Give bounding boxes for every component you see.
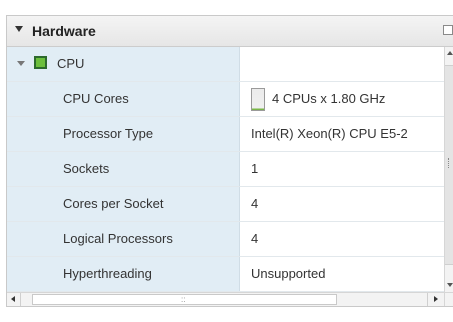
- cpu-group-label: CPU: [57, 56, 85, 71]
- table-row[interactable]: Logical Processors 4: [7, 222, 444, 257]
- usage-meter-icon: [251, 88, 265, 111]
- row-label: Cores per Socket: [63, 196, 164, 211]
- row-value: 4 CPUs x 1.80 GHz: [272, 91, 386, 106]
- horizontal-scrollbar[interactable]: ::: [7, 292, 444, 306]
- grip-icon: ::: [181, 295, 186, 304]
- scroll-up-icon[interactable]: [447, 51, 453, 55]
- panel-title: Hardware: [32, 23, 96, 39]
- row-value: 4: [251, 196, 259, 211]
- chevron-down-icon[interactable]: [17, 61, 25, 66]
- row-label: Hyperthreading: [63, 266, 152, 281]
- row-label-cell: Hyperthreading: [7, 257, 240, 291]
- row-value-cell: 1: [240, 152, 444, 186]
- row-value: 1: [251, 161, 259, 176]
- hardware-panel: Hardware CPU CPU Cores 4 CPUs x 1.80 GHz…: [6, 15, 453, 307]
- row-value-cell: Unsupported: [240, 257, 444, 291]
- table-row[interactable]: Cores per Socket 4: [7, 187, 444, 222]
- scroll-left-icon[interactable]: [7, 293, 21, 306]
- row-value: Unsupported: [251, 266, 326, 281]
- table-row[interactable]: Sockets 1: [7, 152, 444, 187]
- row-value-cell: Intel(R) Xeon(R) CPU E5-2: [240, 117, 444, 151]
- cpu-group-value-cell: [240, 47, 444, 81]
- hardware-grid: CPU CPU Cores 4 CPUs x 1.80 GHz Processo…: [7, 47, 444, 292]
- collapse-caret-icon[interactable]: [15, 26, 23, 32]
- cpu-group-label-cell[interactable]: CPU: [7, 47, 240, 81]
- row-label-cell: Processor Type: [7, 117, 240, 151]
- row-value-cell: 4: [240, 187, 444, 221]
- row-label-cell: Cores per Socket: [7, 187, 240, 221]
- row-label-cell: CPU Cores: [7, 82, 240, 116]
- row-value: 4: [251, 231, 259, 246]
- row-label: Sockets: [63, 161, 110, 176]
- table-row[interactable]: Hyperthreading Unsupported: [7, 257, 444, 292]
- scroll-right-icon[interactable]: [427, 293, 444, 306]
- scroll-down-icon[interactable]: [447, 283, 453, 287]
- chip-icon: [34, 56, 47, 69]
- maximize-icon[interactable]: [443, 25, 453, 35]
- row-value-cell: 4 CPUs x 1.80 GHz: [240, 82, 444, 116]
- cpu-group-row[interactable]: CPU: [7, 47, 444, 82]
- scrollbar-corner: [444, 292, 453, 306]
- table-row[interactable]: CPU Cores 4 CPUs x 1.80 GHz: [7, 82, 444, 117]
- row-label-cell: Sockets: [7, 152, 240, 186]
- row-label: CPU Cores: [63, 91, 129, 106]
- row-label-cell: Logical Processors: [7, 222, 240, 256]
- row-value: Intel(R) Xeon(R) CPU E5-2: [251, 126, 408, 141]
- horizontal-scroll-thumb[interactable]: ::: [32, 294, 337, 305]
- table-row[interactable]: Processor Type Intel(R) Xeon(R) CPU E5-2: [7, 117, 444, 152]
- row-label: Processor Type: [63, 126, 154, 141]
- vertical-scroll-thumb[interactable]: [445, 65, 453, 265]
- vertical-scrollbar[interactable]: [444, 47, 453, 292]
- panel-header[interactable]: Hardware: [7, 16, 453, 47]
- grip-icon: [448, 158, 451, 168]
- row-value-cell: 4: [240, 222, 444, 256]
- row-label: Logical Processors: [63, 231, 173, 246]
